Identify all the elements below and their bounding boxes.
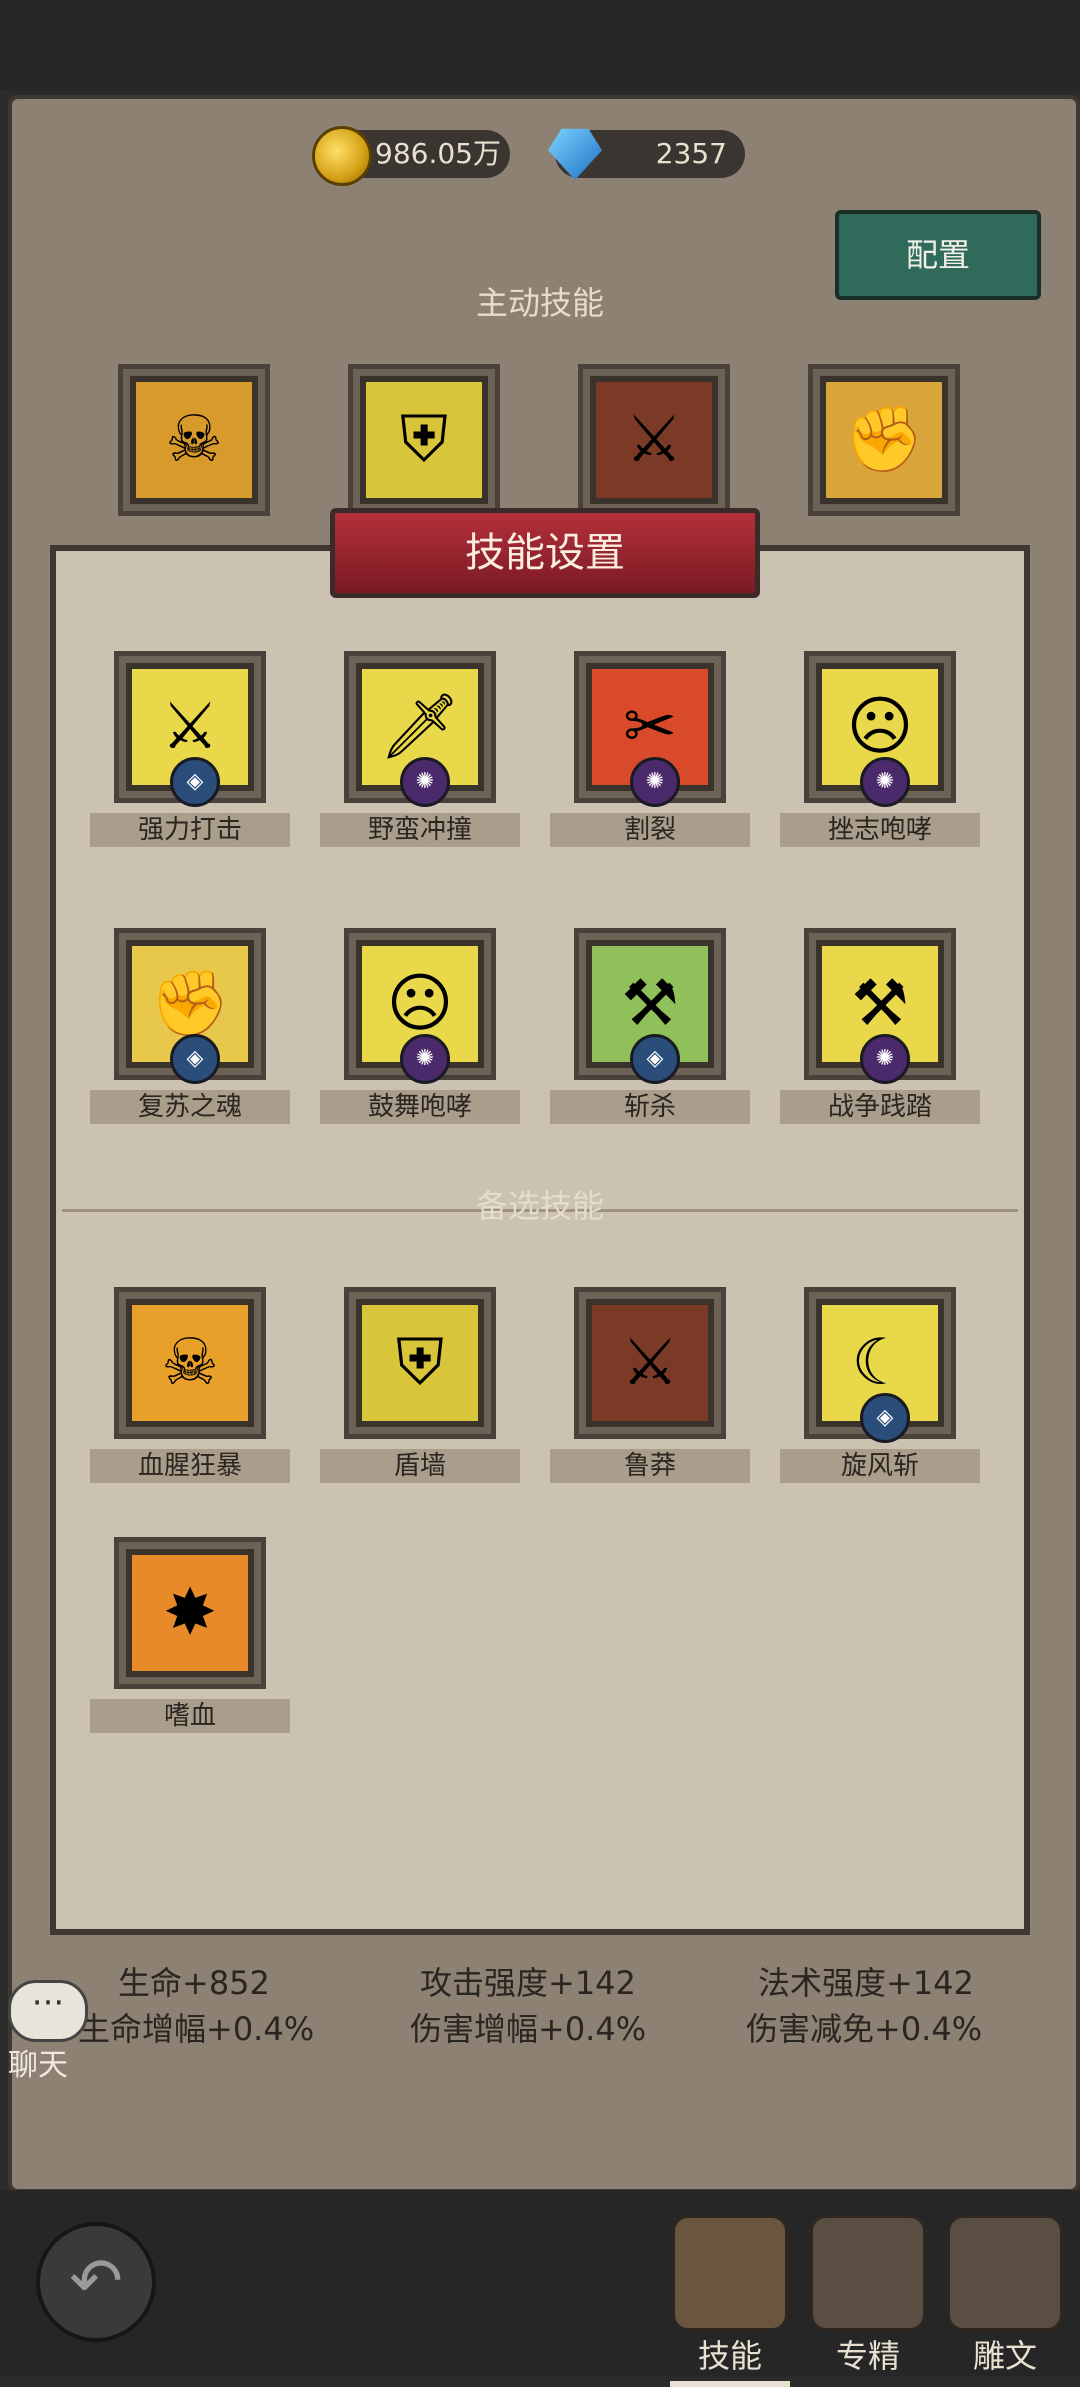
skill-name: 战争践踏 bbox=[780, 1090, 980, 1124]
stat-hp: 生命+852 bbox=[118, 1964, 270, 2002]
rune-blue-icon: ◈ bbox=[860, 1393, 910, 1443]
bloodlust-icon: ✸ bbox=[163, 1576, 217, 1650]
backup_skills-slot[interactable]: ✸ 嗜血 bbox=[90, 1523, 290, 1733]
claw-icon: ⚔ bbox=[625, 403, 683, 477]
dialog-title: 技能设置 bbox=[330, 508, 760, 598]
backup-skills-title-text: 备选技能 bbox=[475, 1187, 604, 1225]
equipped_skills-slot[interactable]: 🗡 ✺ 野蛮冲撞 bbox=[320, 637, 520, 847]
rune-purple-icon: ✺ bbox=[860, 757, 910, 807]
backup_skills-slot[interactable]: ⛨ 盾墙 bbox=[320, 1273, 520, 1483]
gem-amount: 2357 bbox=[655, 137, 727, 170]
coin-icon bbox=[312, 126, 372, 186]
chat-bubble-icon[interactable]: ··· bbox=[8, 1980, 88, 2042]
skill-art: ☠ bbox=[130, 376, 258, 504]
gold-amount: 986.05万 bbox=[375, 137, 501, 170]
back-button[interactable]: ↶ bbox=[36, 2222, 156, 2342]
skill-name: 复苏之魂 bbox=[90, 1090, 290, 1124]
active-tab-indicator bbox=[670, 2381, 790, 2387]
skill-art: ⛨ bbox=[356, 1299, 484, 1427]
equipped_skills-slot[interactable]: ✊ ◈ 复苏之魂 bbox=[90, 914, 290, 1124]
rune-blue-icon: ◈ bbox=[170, 757, 220, 807]
skill-art: ☠ bbox=[126, 1299, 254, 1427]
equipped_skills-slot[interactable]: ⚔ ◈ 强力打击 bbox=[90, 637, 290, 847]
tab-specialization-label: 专精 bbox=[835, 2337, 900, 2375]
equipped_skills-slot[interactable]: ☹ ✺ 鼓舞咆哮 bbox=[320, 914, 520, 1124]
stat-attack-power: 攻击强度+142 bbox=[420, 1964, 636, 2002]
stat-hp-bonus: 生命增幅+0.4% bbox=[78, 2010, 315, 2048]
tab-skills[interactable]: 技能 bbox=[660, 2215, 800, 2387]
skill-name: 挫志咆哮 bbox=[780, 813, 980, 847]
shield-icon: ⛨ bbox=[400, 403, 448, 477]
active_skills-slot[interactable]: ✊ bbox=[794, 350, 974, 560]
tab-skills-label: 技能 bbox=[697, 2337, 762, 2375]
rune-blue-icon: ◈ bbox=[630, 1034, 680, 1084]
equipped_skills-slot[interactable]: ⚒ ◈ 斩杀 bbox=[550, 914, 750, 1124]
active-skills-title: 主动技能 bbox=[340, 275, 740, 331]
rune-purple-icon: ✺ bbox=[630, 757, 680, 807]
active_skills-slot[interactable]: ☠ bbox=[104, 350, 284, 560]
backup_skills-slot[interactable]: ☠ 血腥狂暴 bbox=[90, 1273, 290, 1483]
active-skills-title-text: 主动技能 bbox=[475, 284, 604, 322]
skill-art: ⛨ bbox=[360, 376, 488, 504]
backup_skills-slot[interactable]: ☾ ◈ 旋风斩 bbox=[780, 1273, 980, 1483]
skill-name: 鼓舞咆哮 bbox=[320, 1090, 520, 1124]
stat-damage-bonus: 伤害增幅+0.4% bbox=[410, 2010, 647, 2048]
skill-art: ✸ bbox=[126, 1549, 254, 1677]
skill-name: 血腥狂暴 bbox=[90, 1449, 290, 1483]
skill-name: 旋风斩 bbox=[780, 1449, 980, 1483]
backup_skills-slot[interactable]: ⚔ 鲁莽 bbox=[550, 1273, 750, 1483]
skill-name: 鲁莽 bbox=[550, 1449, 750, 1483]
skill-art: ✊ bbox=[820, 376, 948, 504]
stat-spell-power: 法术强度+142 bbox=[758, 1964, 974, 2002]
skill-art: ⚔ bbox=[586, 1299, 714, 1427]
skill-name: 斩杀 bbox=[550, 1090, 750, 1124]
equipped_skills-slot[interactable]: ✂ ✺ 割裂 bbox=[550, 637, 750, 847]
config-button[interactable]: 配置 bbox=[835, 210, 1041, 300]
skill-name: 强力打击 bbox=[90, 813, 290, 847]
dialog-title-text: 技能设置 bbox=[465, 530, 625, 576]
specialization-tab-icon bbox=[810, 2215, 926, 2331]
stat-damage-reduction: 伤害减免+0.4% bbox=[746, 2010, 983, 2048]
skill-name: 嗜血 bbox=[90, 1699, 290, 1733]
chat-label[interactable]: 聊天 bbox=[8, 2040, 68, 2084]
claw-icon: ⚔ bbox=[621, 1326, 679, 1400]
skill-tab-icon bbox=[672, 2215, 788, 2331]
rune-purple-icon: ✺ bbox=[400, 1034, 450, 1084]
rune-purple-icon: ✺ bbox=[400, 757, 450, 807]
shield-icon: ⛨ bbox=[396, 1326, 444, 1400]
status-bar bbox=[0, 0, 1080, 90]
glyph-tab-icon bbox=[947, 2215, 1063, 2331]
rune-purple-icon: ✺ bbox=[860, 1034, 910, 1084]
equipped_skills-slot[interactable]: ⚒ ✺ 战争践踏 bbox=[780, 914, 980, 1124]
rune-blue-icon: ◈ bbox=[170, 1034, 220, 1084]
tab-specialization[interactable]: 专精 bbox=[798, 2215, 938, 2377]
skill-art: ⚔ bbox=[590, 376, 718, 504]
tab-glyphs[interactable]: 雕文 bbox=[935, 2215, 1075, 2377]
skill-name: 割裂 bbox=[550, 813, 750, 847]
skull-icon: ☠ bbox=[161, 1326, 219, 1400]
muscle-icon: ✊ bbox=[844, 403, 924, 477]
backup-skills-title: 备选技能 bbox=[340, 1178, 740, 1234]
skill-name: 野蛮冲撞 bbox=[320, 813, 520, 847]
tab-glyphs-label: 雕文 bbox=[972, 2337, 1037, 2375]
skill-name: 盾墙 bbox=[320, 1449, 520, 1483]
equipped_skills-slot[interactable]: ☹ ✺ 挫志咆哮 bbox=[780, 637, 980, 847]
skull-icon: ☠ bbox=[165, 403, 223, 477]
